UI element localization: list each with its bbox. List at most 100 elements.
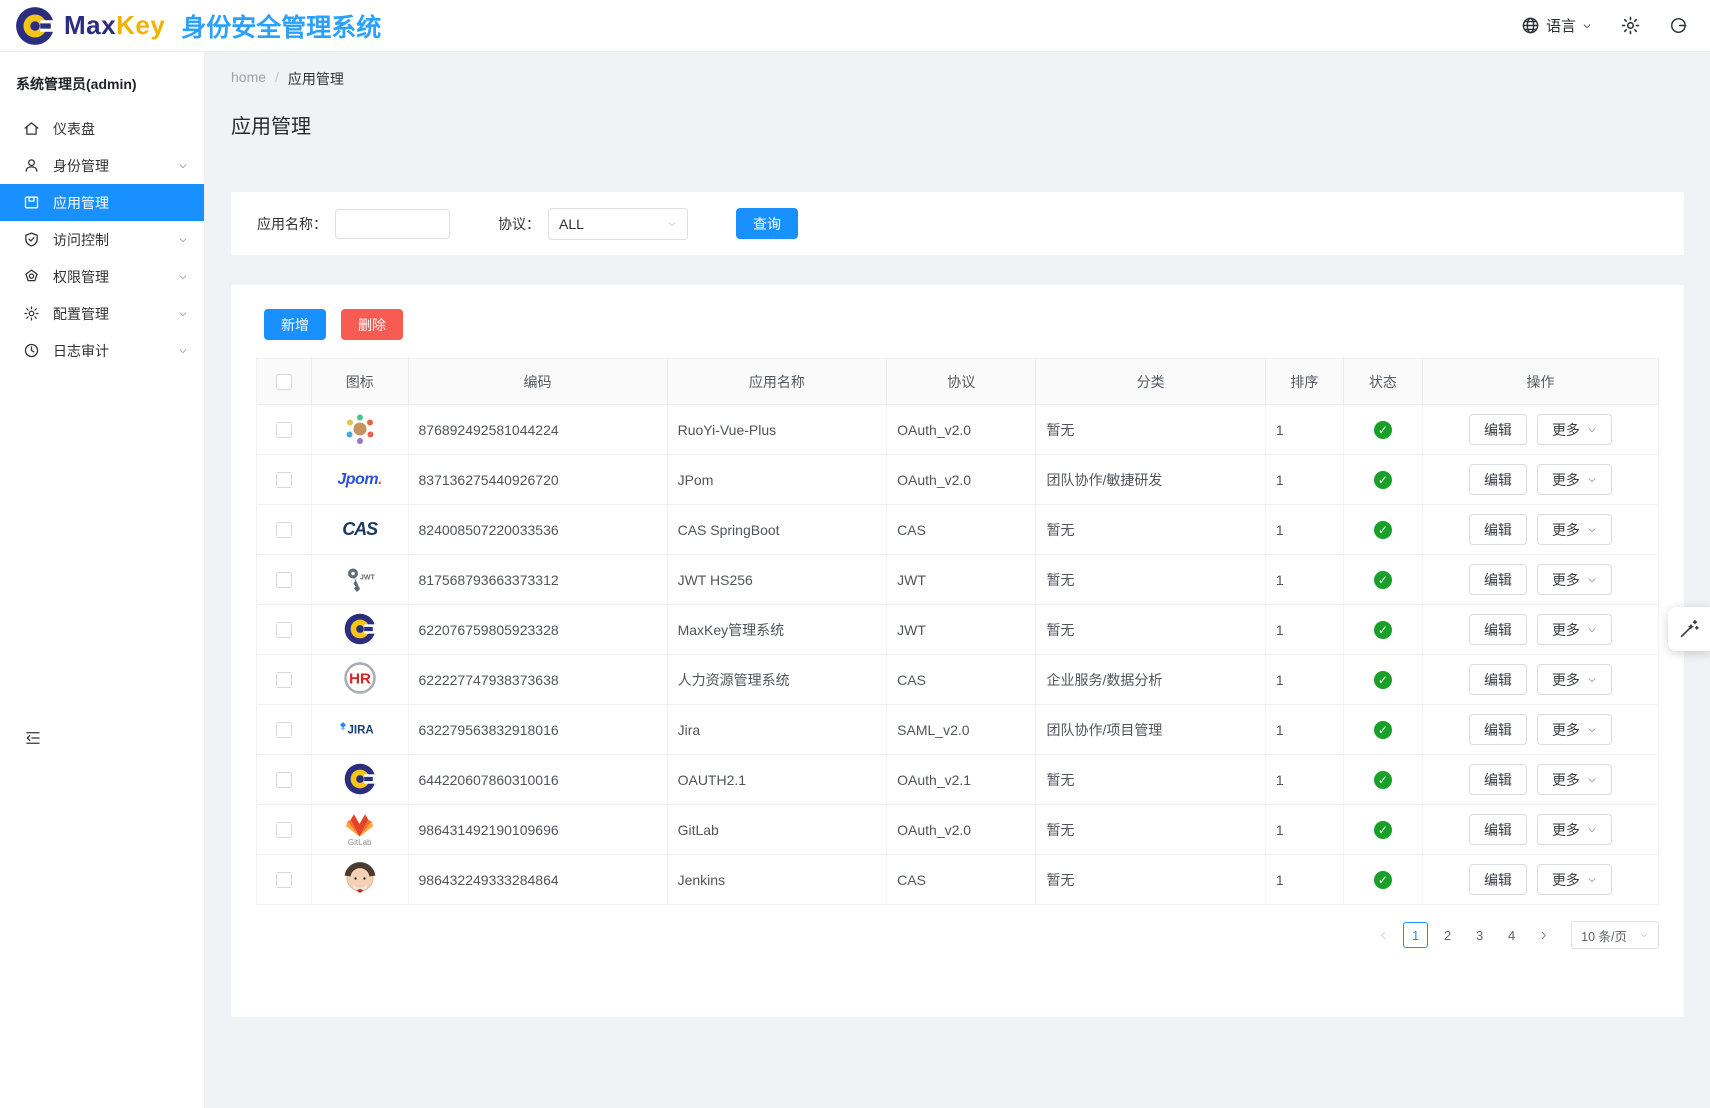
row-checkbox[interactable] [276, 622, 292, 638]
app-name-input[interactable] [335, 209, 450, 239]
app-logo-jwt-icon: JWT [341, 562, 379, 598]
cell-protocol: OAuth_v2.0 [887, 805, 1036, 855]
app-logo-jpom-icon: Jpom. [337, 462, 382, 498]
edit-button[interactable]: 编辑 [1469, 414, 1527, 445]
cell-category: 暂无 [1036, 855, 1265, 905]
chevron-down-icon [1587, 875, 1597, 885]
svg-text:JWT: JWT [360, 574, 376, 581]
app-logo-maxkey-icon [343, 611, 377, 647]
sidebar-item-permission[interactable]: 权限管理 [0, 258, 204, 295]
sidebar-item-identity[interactable]: 身份管理 [0, 147, 204, 184]
add-button[interactable]: 新增 [264, 309, 326, 340]
more-button[interactable]: 更多 [1537, 614, 1612, 645]
chevron-down-icon [1587, 475, 1597, 485]
language-dropdown[interactable]: 语言 [1521, 15, 1592, 36]
sidebar-item-apps[interactable]: 应用管理 [0, 184, 204, 221]
app-logo-cas-icon: CAS [342, 512, 377, 548]
more-button[interactable]: 更多 [1537, 764, 1612, 795]
row-checkbox[interactable] [276, 772, 292, 788]
prev-page-button[interactable] [1371, 922, 1396, 948]
edit-button[interactable]: 编辑 [1469, 514, 1527, 545]
sidebar-item-access[interactable]: 访问控制 [0, 221, 204, 258]
edit-button[interactable]: 编辑 [1469, 664, 1527, 695]
edit-button[interactable]: 编辑 [1469, 614, 1527, 645]
chevron-down-icon [1587, 725, 1597, 735]
cell-code: 837136275440926720 [408, 455, 667, 505]
edit-button[interactable]: 编辑 [1469, 814, 1527, 845]
sidebar-item-config[interactable]: 配置管理 [0, 295, 204, 332]
delete-button[interactable]: 删除 [341, 309, 403, 340]
row-checkbox[interactable] [276, 672, 292, 688]
edit-button[interactable]: 编辑 [1469, 464, 1527, 495]
table-row: JWT817568793663373312JWT HS256JWT暂无1✓编辑更… [257, 555, 1659, 605]
sidebar-item-dashboard[interactable]: 仪表盘 [0, 110, 204, 147]
settings-gear-button[interactable] [1620, 15, 1641, 36]
more-button[interactable]: 更多 [1537, 414, 1612, 445]
cell-app-name: OAUTH2.1 [667, 755, 887, 805]
row-checkbox[interactable] [276, 822, 292, 838]
page-button-4[interactable]: 4 [1499, 922, 1524, 948]
cell-protocol: CAS [887, 855, 1036, 905]
cell-protocol: JWT [887, 605, 1036, 655]
row-checkbox[interactable] [276, 422, 292, 438]
breadcrumb-home-link[interactable]: home [231, 69, 266, 89]
row-checkbox[interactable] [276, 872, 292, 888]
magic-wand-icon [1678, 618, 1700, 640]
search-button[interactable]: 查询 [736, 208, 798, 239]
cell-code: 817568793663373312 [408, 555, 667, 605]
page-button-1[interactable]: 1 [1403, 922, 1428, 948]
breadcrumb-current: 应用管理 [288, 69, 344, 89]
protocol-select[interactable]: ALL [548, 208, 688, 240]
status-enabled-icon: ✓ [1374, 421, 1392, 439]
chevron-down-icon [178, 309, 188, 319]
next-page-button[interactable] [1531, 922, 1556, 948]
sidebar-item-audit[interactable]: 日志审计 [0, 332, 204, 369]
maxkey-logo-icon [14, 4, 58, 48]
more-button[interactable]: 更多 [1537, 864, 1612, 895]
more-button[interactable]: 更多 [1537, 564, 1612, 595]
page-size-select[interactable]: 10 条/页 [1571, 921, 1659, 949]
more-button[interactable]: 更多 [1537, 814, 1612, 845]
table-row: 644220607860310016OAUTH2.1OAuth_v2.1暂无1✓… [257, 755, 1659, 805]
cell-code: 876892492581044224 [408, 405, 667, 455]
col-header-5: 分类 [1036, 359, 1265, 405]
cell-category: 企业服务/数据分析 [1036, 655, 1265, 705]
row-checkbox[interactable] [276, 522, 292, 538]
theme-tool-button[interactable] [1668, 607, 1710, 651]
more-button[interactable]: 更多 [1537, 514, 1612, 545]
chevron-down-icon [667, 219, 677, 229]
cell-category: 团队协作/敏捷研发 [1036, 455, 1265, 505]
cell-sort: 1 [1265, 555, 1343, 605]
sidebar-item-label: 身份管理 [53, 156, 165, 176]
row-checkbox[interactable] [276, 472, 292, 488]
edit-button[interactable]: 编辑 [1469, 764, 1527, 795]
sidebar-item-label: 权限管理 [53, 267, 165, 287]
app-logo-jenkins-icon [343, 860, 377, 896]
cell-sort: 1 [1265, 455, 1343, 505]
more-button[interactable]: 更多 [1537, 664, 1612, 695]
table-row: CAS824008507220033536CAS SpringBootCAS暂无… [257, 505, 1659, 555]
logout-button[interactable] [1669, 16, 1688, 35]
cell-protocol: CAS [887, 655, 1036, 705]
page-title: 应用管理 [231, 110, 1684, 139]
sidebar: 系统管理员(admin) 仪表盘身份管理应用管理访问控制权限管理配置管理日志审计 [0, 52, 205, 1108]
edit-button[interactable]: 编辑 [1469, 564, 1527, 595]
select-all-checkbox[interactable] [276, 374, 292, 390]
more-button[interactable]: 更多 [1537, 464, 1612, 495]
edit-button[interactable]: 编辑 [1469, 864, 1527, 895]
sidebar-collapse-button[interactable] [24, 729, 42, 747]
more-button[interactable]: 更多 [1537, 714, 1612, 745]
app-logo-ruoyi-icon [342, 410, 378, 446]
chevron-down-icon [178, 161, 188, 171]
edit-button[interactable]: 编辑 [1469, 714, 1527, 745]
col-header-3: 应用名称 [667, 359, 887, 405]
protocol-select-value: ALL [559, 216, 584, 232]
pagination: 1234 10 条/页 [256, 921, 1659, 949]
page-button-3[interactable]: 3 [1467, 922, 1492, 948]
row-checkbox[interactable] [276, 572, 292, 588]
chevron-down-icon [1587, 775, 1597, 785]
permission-icon [23, 268, 40, 285]
cell-category: 暂无 [1036, 605, 1265, 655]
page-button-2[interactable]: 2 [1435, 922, 1460, 948]
row-checkbox[interactable] [276, 722, 292, 738]
